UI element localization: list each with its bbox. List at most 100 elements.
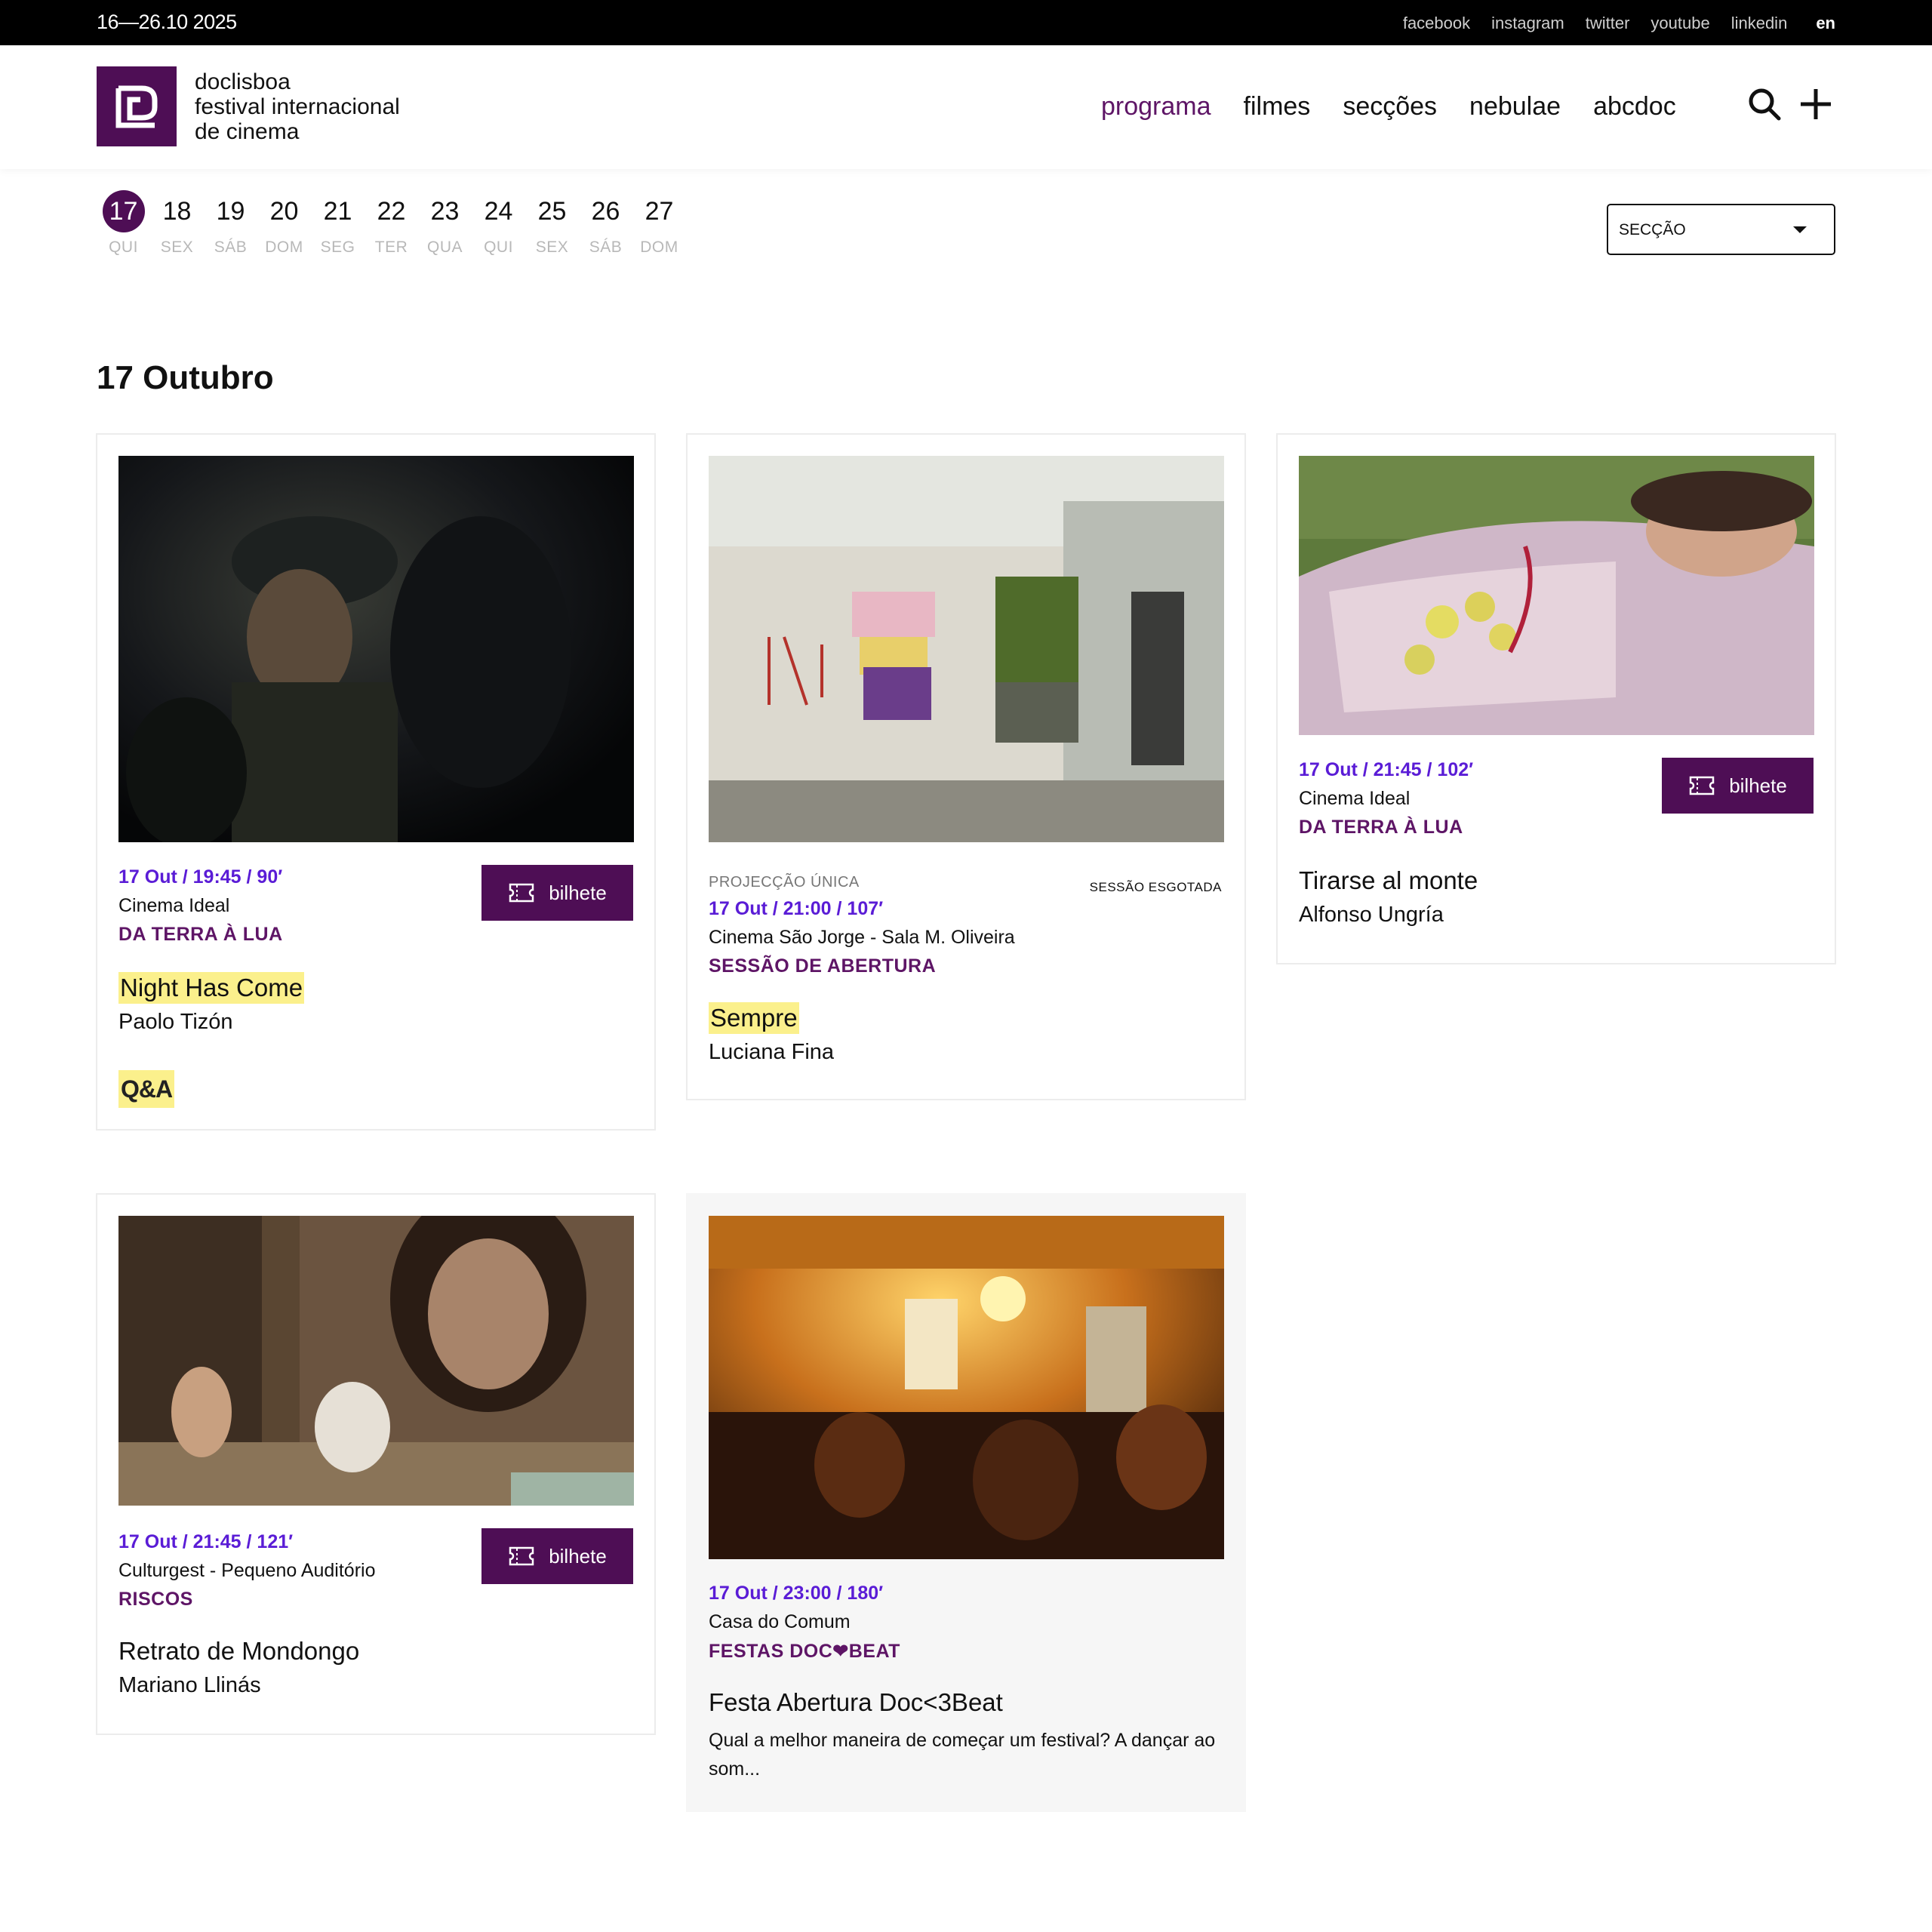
nav-nebulae[interactable]: nebulae: [1469, 92, 1561, 122]
film-director: Mariano Llinás: [118, 1673, 261, 1697]
main-nav: programa filmes secções nebulae abcdoc: [1101, 92, 1709, 122]
logo-line-1: doclisboa: [195, 69, 291, 94]
event-time: 17 Out / 21:00 / 107′: [709, 898, 884, 919]
day-number: 17: [102, 190, 145, 232]
day-number: 22: [377, 197, 406, 226]
day-number: 21: [323, 197, 352, 226]
section-filter-dropdown[interactable]: SECÇÃO: [1607, 204, 1835, 255]
youtube-link[interactable]: youtube: [1651, 14, 1709, 33]
search-icon[interactable]: [1746, 86, 1783, 122]
nav-filmes[interactable]: filmes: [1244, 92, 1311, 122]
qa-badge: Q&A: [118, 1070, 174, 1108]
ticket-button[interactable]: bilhete: [1662, 758, 1814, 814]
film-title[interactable]: Sempre: [709, 1002, 799, 1034]
day-23[interactable]: 23 QUA: [418, 190, 472, 257]
twitter-link[interactable]: twitter: [1586, 14, 1630, 33]
chevron-down-icon: [1793, 226, 1807, 233]
day-18[interactable]: 18 SEX: [150, 190, 204, 257]
event-image[interactable]: [1299, 456, 1814, 735]
day-number: 25: [537, 197, 567, 226]
doclisboa-logo[interactable]: [97, 66, 177, 146]
event-time: 17 Out / 23:00 / 180′: [709, 1583, 884, 1604]
event-time: 17 Out / 21:45 / 102′: [1299, 759, 1474, 780]
ticket-label: bilhete: [549, 1544, 607, 1567]
event-section[interactable]: FESTAS DOC❤BEAT: [709, 1640, 900, 1663]
day-number: 20: [269, 197, 299, 226]
day-number: 19: [216, 197, 245, 226]
language-switch[interactable]: en: [1816, 14, 1835, 33]
nav-seccoes[interactable]: secções: [1343, 92, 1437, 122]
logo-line-3: de cinema: [195, 119, 300, 144]
event-venue: Cinema São Jorge - Sala M. Oliveira: [709, 927, 1015, 948]
day-22[interactable]: 22 TER: [365, 190, 418, 257]
event-time: 17 Out / 19:45 / 90′: [118, 866, 283, 888]
top-bar: 16—26.10 2025 facebook instagram twitter…: [0, 0, 1932, 45]
ticket-icon: [509, 1546, 534, 1566]
event-time: 17 Out / 21:45 / 121′: [118, 1531, 294, 1552]
day-weekday: SÁB: [214, 238, 248, 256]
event-description: Qual a melhor maneira de começar um fest…: [709, 1730, 1216, 1780]
linkedin-link[interactable]: linkedin: [1731, 14, 1788, 33]
event-section[interactable]: SESSÃO DE ABERTURA: [709, 955, 936, 977]
day-20[interactable]: 20 DOM: [257, 190, 311, 257]
day-weekday: QUI: [484, 238, 513, 256]
festival-dates: 16—26.10 2025: [97, 11, 237, 33]
ticket-button[interactable]: bilhete: [481, 865, 633, 921]
event-card[interactable]: 17 Out / 19:45 / 90′ Cinema Ideal DA TER…: [96, 433, 656, 1131]
day-weekday: SEX: [535, 238, 569, 256]
logo-mark-icon: [115, 85, 158, 128]
nav-abcdoc[interactable]: abcdoc: [1593, 92, 1676, 122]
event-image[interactable]: [709, 1216, 1224, 1559]
event-card[interactable]: PROJECÇÃO ÚNICA SESSÃO ESGOTADA 17 Out /…: [686, 433, 1246, 1100]
ticket-icon: [509, 883, 534, 903]
day-26[interactable]: 26 SÁB: [579, 190, 632, 257]
day-weekday: SÁB: [589, 238, 623, 256]
sold-out-status: SESSÃO ESGOTADA: [1089, 880, 1222, 894]
instagram-link[interactable]: instagram: [1491, 14, 1564, 33]
day-25[interactable]: 25 SEX: [525, 190, 579, 257]
event-card[interactable]: 17 Out / 21:45 / 121′ Culturgest - Peque…: [96, 1193, 656, 1735]
event-card[interactable]: 17 Out / 23:00 / 180′ Casa do Comum FEST…: [686, 1193, 1246, 1812]
day-weekday: DOM: [265, 238, 303, 256]
day-weekday: DOM: [640, 238, 678, 256]
event-section[interactable]: DA TERRA À LUA: [1299, 817, 1463, 838]
event-section[interactable]: DA TERRA À LUA: [118, 924, 283, 946]
ticket-button[interactable]: bilhete: [481, 1528, 633, 1584]
event-image[interactable]: [709, 456, 1224, 842]
event-image[interactable]: [118, 456, 634, 842]
plus-menu-icon[interactable]: [1798, 86, 1834, 122]
logo-wordmark[interactable]: doclisboa festival internacional de cine…: [195, 69, 400, 144]
facebook-link[interactable]: facebook: [1403, 14, 1470, 33]
event-title[interactable]: Festa Abertura Doc<3Beat: [709, 1688, 1003, 1717]
film-title[interactable]: Retrato de Mondongo: [118, 1637, 359, 1666]
day-21[interactable]: 21 SEG: [311, 190, 365, 257]
day-24[interactable]: 24 QUI: [472, 190, 525, 257]
day-selector: 17 QUI 18 SEX 19 SÁB 20 DOM 21 SEG 22 TER 23 QU…: [97, 190, 686, 257]
day-17[interactable]: 17 QUI: [97, 190, 150, 257]
ticket-label: bilhete: [549, 881, 607, 904]
event-image[interactable]: [118, 1216, 634, 1506]
day-number: 26: [591, 197, 620, 226]
day-weekday: SEX: [160, 238, 194, 256]
film-director: Luciana Fina: [709, 1040, 835, 1064]
day-weekday: TER: [374, 238, 408, 256]
film-title[interactable]: Tirarse al monte: [1299, 866, 1478, 895]
ticket-icon: [1689, 776, 1715, 795]
day-weekday: QUA: [426, 238, 463, 256]
nav-programa[interactable]: programa: [1101, 92, 1211, 122]
day-number: 23: [430, 197, 460, 226]
day-19[interactable]: 19 SÁB: [204, 190, 257, 257]
section-filter-label: SECÇÃO: [1619, 221, 1686, 238]
film-title[interactable]: Night Has Come: [118, 972, 305, 1004]
ticket-label: bilhete: [1729, 774, 1787, 797]
day-27[interactable]: 27 DOM: [632, 190, 686, 257]
page-title: 17 Outubro: [97, 359, 274, 396]
event-venue: Casa do Comum: [709, 1611, 851, 1632]
event-card[interactable]: 17 Out / 21:45 / 102′ Cinema Ideal DA TE…: [1276, 433, 1836, 964]
event-section[interactable]: RISCOS: [118, 1589, 193, 1611]
site-header: doclisboa festival internacional de cine…: [0, 45, 1932, 169]
header-actions: [1746, 86, 1834, 122]
day-number: 18: [162, 197, 192, 226]
film-director: Alfonso Ungría: [1299, 903, 1444, 927]
event-venue: Culturgest - Pequeno Auditório: [118, 1560, 376, 1581]
